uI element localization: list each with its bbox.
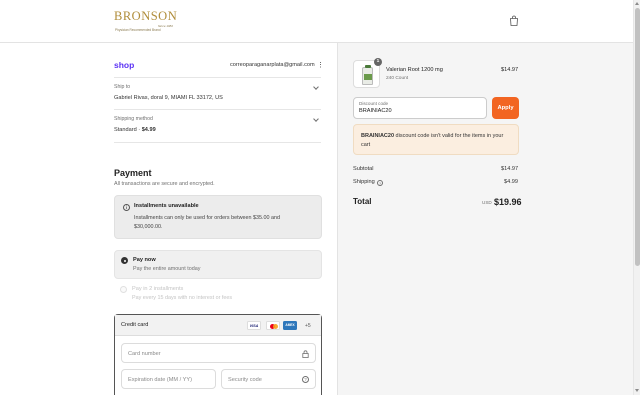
product-variant: 240 Count — [386, 76, 409, 81]
payment-subtitle: All transactions are secure and encrypte… — [114, 181, 215, 187]
divider — [114, 142, 321, 143]
ship-to-value: Gabriel Rivas, doral 9, MIAMI FL 33172, … — [114, 95, 223, 101]
credit-card-header[interactable]: Credit card VISA AMEX +5 — [115, 315, 321, 336]
total-value: $19.96 — [494, 197, 522, 207]
notice-title: Installments unavailable — [134, 203, 199, 209]
shipping-help-icon[interactable]: ? — [377, 180, 383, 186]
quantity-badge: 1 — [374, 58, 382, 66]
discount-code-input[interactable]: Discount code BRAINIAC20 — [353, 97, 487, 119]
expiration-date-field[interactable]: Expiration date (MM / YY) — [121, 369, 216, 389]
bronson-logo[interactable]: BRONSON Since 1982 Physician Recommended… — [114, 9, 178, 35]
ship-to-label: Ship to — [114, 84, 131, 90]
bottle-image — [362, 65, 373, 85]
card-number-placeholder: Card number — [128, 351, 161, 357]
card-number-field[interactable]: Card number — [121, 343, 316, 363]
scroll-down-arrow-icon[interactable] — [635, 389, 639, 392]
pay-installments-desc: Pay every 15 days with no interest or fe… — [132, 295, 233, 301]
subtotal-value: $14.97 — [501, 166, 519, 172]
logo-word: BRONSON — [114, 9, 178, 23]
mastercard-icon — [266, 321, 280, 330]
security-code-field[interactable]: Security code ? — [221, 369, 316, 389]
more-cards-count: +5 — [305, 323, 311, 329]
pay-now-desc: Pay the entire amount today — [133, 266, 201, 272]
notice-text: Installments can only be used for orders… — [134, 215, 280, 230]
installments-notice: i Installments unavailable Installments … — [114, 195, 322, 239]
apply-discount-button[interactable]: Apply — [492, 97, 519, 119]
discount-code-label: Discount code — [359, 101, 389, 106]
scroll-up-arrow-icon[interactable] — [635, 2, 639, 5]
discount-error: BRAINIAC20 discount code isn't valid for… — [353, 124, 519, 155]
pay-installments-radio — [120, 286, 127, 293]
shipping-label: Shipping — [353, 179, 375, 185]
visa-icon: VISA — [247, 321, 261, 330]
divider — [114, 109, 321, 110]
discount-code-value: BRAINIAC20 — [359, 108, 392, 114]
help-icon[interactable]: ? — [302, 376, 309, 383]
discount-error-code: BRAINIAC20 — [361, 133, 395, 139]
product-name: Valerian Root 1200 mg — [386, 67, 443, 73]
shipping-method-chevron-down-icon[interactable] — [313, 116, 319, 122]
ship-to-chevron-down-icon[interactable] — [313, 84, 319, 90]
credit-card-label: Credit card — [121, 322, 149, 328]
header: BRONSON Since 1982 Physician Recommended… — [0, 0, 633, 43]
shopping-bag-icon[interactable] — [509, 15, 519, 26]
divider — [114, 77, 321, 78]
total-label: Total — [353, 197, 372, 206]
credit-card-section: Credit card VISA AMEX +5 Card number Exp… — [114, 314, 322, 395]
page-scrollbar[interactable] — [633, 0, 640, 395]
logo-tagline: Physician Recommended Brand — [115, 28, 161, 32]
pay-now-title: Pay now — [133, 257, 156, 263]
pay-installments-title: Pay in 2 installments — [132, 286, 184, 292]
total-currency: USD — [482, 200, 492, 205]
shipping-value: $4.99 — [504, 179, 518, 185]
shipping-method-name: Standard — [114, 127, 137, 133]
amex-icon: AMEX — [283, 321, 297, 330]
ship-to-section[interactable]: Ship to Gabriel Rivas, doral 9, MIAMI FL… — [114, 84, 223, 101]
shipping-method-label: Shipping method — [114, 116, 153, 122]
shipping-method-section[interactable]: Shipping method Standard · $4.99 — [114, 116, 156, 133]
pay-installments-option: Pay in 2 installments Pay every 15 days … — [114, 280, 322, 307]
shipping-method-price: $4.99 — [141, 127, 156, 133]
expiration-date-placeholder: Expiration date (MM / YY) — [128, 377, 192, 383]
shop-pay-logo: shop — [114, 60, 135, 70]
pay-now-radio[interactable] — [121, 257, 128, 264]
pay-now-option[interactable]: Pay now Pay the entire amount today — [114, 250, 322, 279]
order-summary-panel — [337, 43, 633, 395]
product-price: $14.97 — [501, 67, 519, 73]
lock-icon — [302, 350, 309, 358]
account-email: correoparaganarplata@gmail.com — [230, 62, 315, 68]
subtotal-label: Subtotal — [353, 166, 374, 172]
security-code-placeholder: Security code — [228, 377, 262, 383]
info-icon: i — [123, 204, 130, 211]
scroll-thumb[interactable] — [635, 8, 640, 266]
account-menu-icon[interactable]: ⋮ — [317, 61, 324, 69]
payment-title: Payment — [114, 168, 152, 178]
discount-error-message: BRAINIAC20 discount code isn't valid for… — [361, 132, 513, 150]
